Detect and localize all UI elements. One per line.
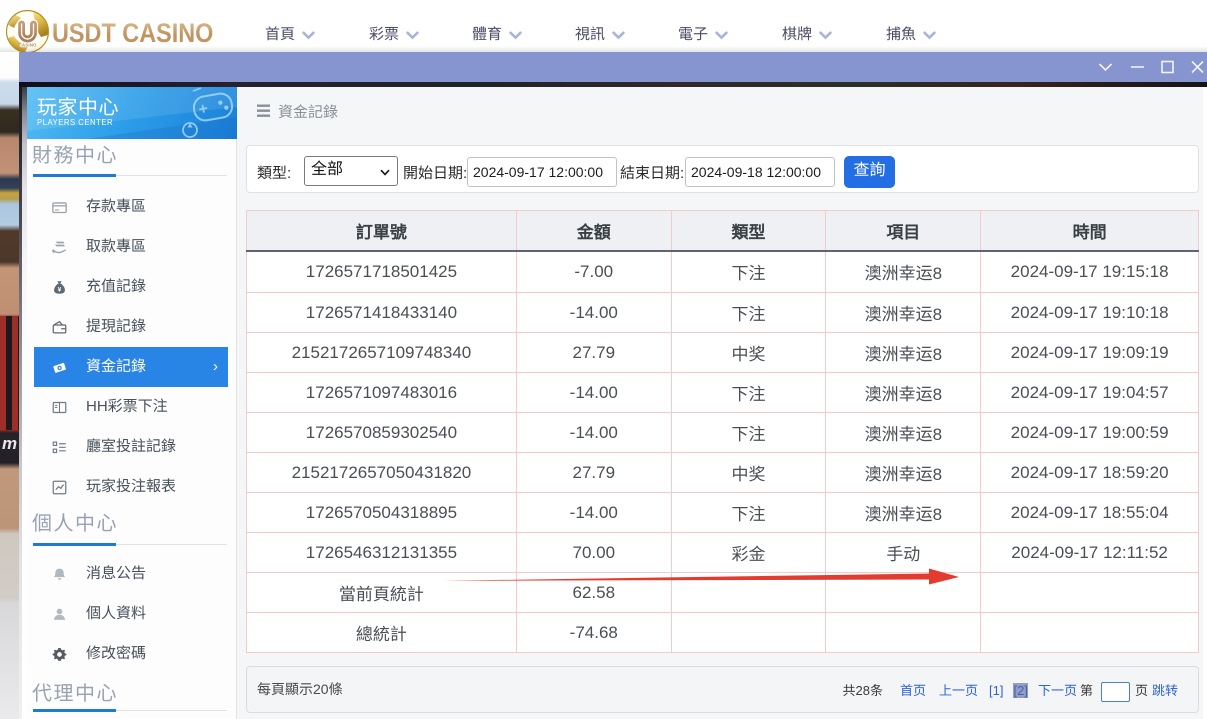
svg-text:¥: ¥ xyxy=(58,286,62,293)
